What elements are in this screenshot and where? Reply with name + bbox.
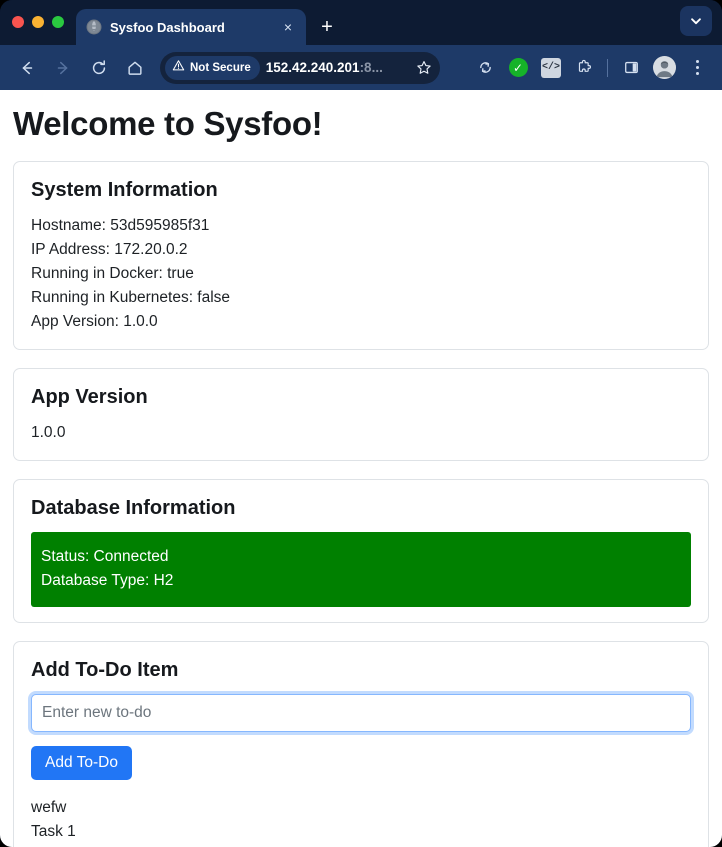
system-running-kubernetes: Running in Kubernetes: false [31, 289, 231, 306]
todo-list: wefw Task 1 Task 2 [31, 796, 691, 847]
system-running-docker: Running in Docker: true [31, 265, 194, 282]
kebab-menu-icon[interactable] [682, 53, 712, 83]
app-version-value: 1.0.0 [31, 424, 66, 441]
avatar[interactable] [649, 53, 679, 83]
database-information-card: Database Information Status: Connected D… [13, 479, 709, 623]
url-port: :8... [359, 60, 383, 75]
browser-toolbar: Not Secure 152.42.240.201:8... ✓ </> [0, 45, 722, 90]
window-controls [12, 0, 64, 45]
minimize-window-button[interactable] [32, 15, 44, 28]
warning-triangle-icon [172, 59, 185, 77]
database-type: Database Type: H2 [41, 572, 174, 589]
kebab-dots [695, 60, 699, 75]
database-status: Status: Connected [41, 548, 169, 565]
maximize-window-button[interactable] [52, 15, 64, 28]
toolbar-actions: ✓ </> [470, 53, 712, 83]
star-icon[interactable] [414, 60, 434, 76]
new-tab-button[interactable]: + [312, 9, 342, 45]
security-status-label: Not Secure [190, 61, 251, 74]
forward-icon[interactable] [46, 51, 80, 85]
tab-strip: Sysfoo Dashboard × + [0, 0, 722, 45]
toolbar-divider [607, 58, 608, 77]
url-host: 152.42.240.201 [265, 60, 360, 75]
list-item[interactable]: Task 2 [31, 844, 691, 847]
back-icon[interactable] [10, 51, 44, 85]
sync-icon[interactable] [470, 53, 500, 83]
system-hostname: Hostname: 53d595985f31 [31, 217, 210, 234]
status-check-icon[interactable]: ✓ [503, 53, 533, 83]
globe-icon [86, 19, 102, 35]
todo-input[interactable] [31, 694, 691, 732]
app-version-card: App Version 1.0.0 [13, 368, 709, 461]
close-tab-button[interactable]: × [280, 19, 296, 35]
devtools-code-icon[interactable]: </> [536, 53, 566, 83]
home-icon[interactable] [118, 51, 152, 85]
chevron-down-icon[interactable] [680, 6, 712, 36]
card-heading-system: System Information [31, 179, 218, 201]
security-status-badge[interactable]: Not Secure [165, 55, 260, 80]
code-glyph: </> [541, 57, 561, 78]
list-item[interactable]: Task 1 [31, 820, 691, 844]
tab-title: Sysfoo Dashboard [110, 19, 225, 35]
add-todo-card: Add To-Do Item Add To-Do wefw Task 1 Tas… [13, 641, 709, 847]
page-title: Welcome to Sysfoo! [13, 105, 323, 142]
address-bar[interactable]: Not Secure 152.42.240.201:8... [160, 51, 440, 84]
puzzle-piece-icon[interactable] [569, 53, 599, 83]
system-information-card: System Information Hostname: 53d595985f3… [13, 161, 709, 350]
add-todo-button[interactable]: Add To-Do [31, 746, 132, 780]
close-window-button[interactable] [12, 15, 24, 28]
page-content: Welcome to Sysfoo! System Information Ho… [0, 90, 722, 847]
database-status-banner: Status: Connected Database Type: H2 [31, 532, 691, 607]
user-avatar-image [652, 56, 676, 79]
card-heading-database: Database Information [31, 497, 236, 519]
card-heading-app-version: App Version [31, 386, 148, 408]
url-text[interactable]: 152.42.240.201:8... [266, 60, 408, 75]
side-panel-icon[interactable] [616, 53, 646, 83]
browser-tab[interactable]: Sysfoo Dashboard × [76, 9, 306, 45]
system-app-version: App Version: 1.0.0 [31, 313, 158, 330]
browser-window: Sysfoo Dashboard × + Not Secure 152.42.2… [0, 0, 722, 847]
green-check-badge: ✓ [508, 58, 528, 77]
reload-icon[interactable] [82, 51, 116, 85]
system-ip-address: IP Address: 172.20.0.2 [31, 241, 188, 258]
card-heading-todo: Add To-Do Item [31, 659, 179, 681]
list-item[interactable]: wefw [31, 796, 691, 820]
